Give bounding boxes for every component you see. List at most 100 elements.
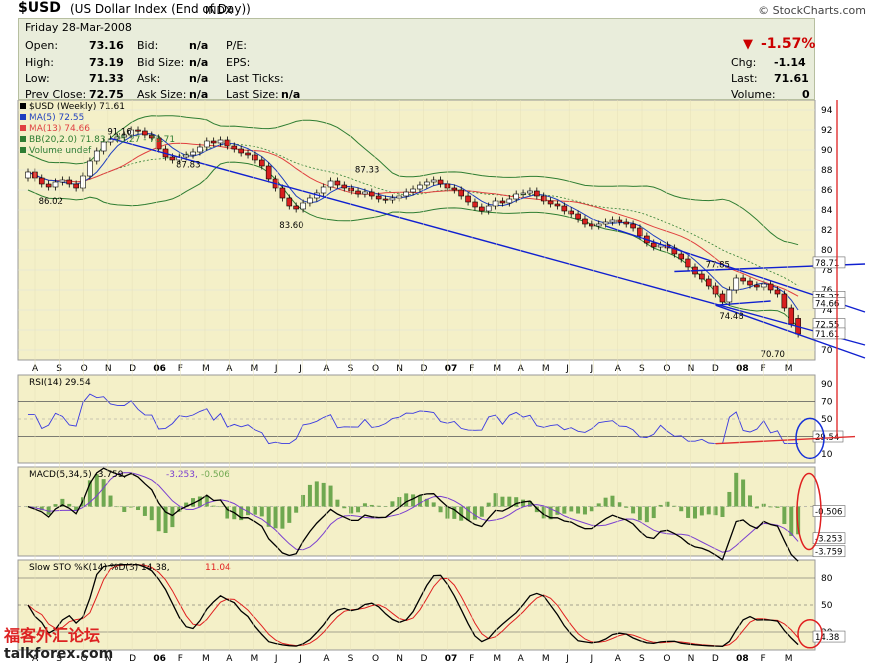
macd-histogram-bar	[404, 493, 409, 507]
macd-histogram-bar	[356, 506, 361, 513]
candle-body	[190, 151, 196, 156]
pe-label: P/E:	[226, 39, 247, 52]
candle-body	[327, 180, 334, 188]
macd-histogram-bar	[438, 506, 443, 513]
macd-histogram-bar	[115, 506, 120, 508]
symbol-title: $USD	[18, 0, 61, 16]
candle-body	[38, 177, 45, 185]
candle-body	[712, 285, 719, 295]
percent-change: -1.57%	[761, 36, 816, 52]
x-tick-label-bottom: D	[129, 654, 136, 664]
price-annotation: 83.60	[279, 221, 303, 231]
candle-body	[513, 193, 520, 200]
last-ticks-label: Last Ticks:	[226, 72, 284, 85]
macd-histogram-bar	[782, 506, 787, 525]
x-tick-label-price: N	[105, 364, 112, 374]
macd-histogram-bar	[170, 506, 175, 528]
candle-body	[547, 200, 554, 205]
chart-header: $USD (US Dollar Index (End of Day)) INDX…	[0, 0, 871, 18]
candle-body	[699, 273, 705, 280]
macd-legend-label: MACD(5,34,5) -3.759,	[29, 470, 126, 480]
candle-body	[279, 187, 286, 199]
macd-histogram-bar	[775, 506, 780, 508]
ask-value: n/a	[189, 72, 209, 85]
price-tick-label: 82	[821, 226, 832, 236]
eps-label: EPS:	[226, 56, 251, 69]
x-tick-label-price: J	[565, 364, 569, 374]
candle-body	[320, 186, 327, 194]
legend-swatch	[20, 147, 26, 153]
candle-body	[252, 154, 258, 161]
macd-histogram-bar	[383, 506, 388, 507]
x-tick-label-bottom: F	[469, 654, 474, 664]
macd-histogram-bar	[218, 506, 223, 508]
macd-histogram-bar	[136, 506, 141, 511]
macd-histogram-bar	[768, 506, 773, 508]
macd-histogram-bar	[335, 499, 340, 507]
candle-body	[485, 205, 492, 212]
macd-right-label: -3.253	[815, 535, 842, 545]
price-tick-label: 80	[821, 246, 833, 256]
macd-histogram-bar	[204, 495, 209, 507]
price-right-label: 74.66	[815, 299, 839, 309]
macd-histogram-bar	[294, 506, 299, 513]
macd-histogram-bar	[349, 506, 354, 514]
candle-body	[705, 278, 712, 287]
macd-histogram-bar	[53, 504, 58, 507]
price-annotation: 87.33	[355, 166, 379, 176]
macd-histogram-bar	[754, 506, 759, 509]
candle-body	[650, 242, 657, 248]
x-tick-label-price: O	[372, 364, 379, 374]
price-right-label: 78.71	[815, 259, 839, 269]
candle-body	[527, 190, 533, 194]
macd-histogram-bar	[658, 504, 663, 507]
macd-histogram-bar	[569, 506, 574, 512]
candle-body	[788, 307, 795, 325]
price-tick-label: 94	[821, 106, 833, 116]
macd-histogram-bar	[699, 506, 704, 516]
macd-histogram-bar	[514, 497, 519, 507]
x-tick-label-price: F	[178, 364, 183, 374]
candle-body	[410, 188, 416, 193]
candle-body	[197, 146, 203, 153]
candle-body	[59, 179, 66, 183]
macd-histogram-bar	[686, 506, 691, 518]
x-tick-label-bottom: M	[493, 654, 501, 664]
macd-histogram-bar	[789, 506, 794, 537]
sto-tick-label: 50	[821, 601, 833, 611]
candle-body	[403, 191, 409, 197]
x-tick-label-price: M	[542, 364, 550, 374]
candle-body	[630, 223, 636, 229]
candle-body	[341, 184, 348, 189]
price-right-label: 71.61	[815, 330, 839, 340]
candle-body	[760, 283, 767, 288]
x-tick-label-price: 07	[445, 364, 458, 374]
price-tick-label: 70	[821, 346, 833, 356]
x-tick-label-price: D	[421, 364, 428, 374]
low-value: 71.33	[89, 72, 124, 85]
candle-body	[25, 171, 31, 179]
macd-histogram-bar	[431, 502, 436, 507]
candle-body	[348, 187, 354, 192]
sto-legend-d: 11.04	[205, 563, 231, 573]
macd-histogram-bar	[562, 506, 567, 514]
rsi-tick-label: 70	[821, 397, 833, 407]
x-tick-label-price: M	[785, 364, 793, 374]
candle-body	[217, 139, 224, 144]
open-label: Open:	[25, 39, 59, 52]
macd-histogram-bar	[369, 504, 374, 507]
open-value: 73.16	[89, 39, 124, 52]
macd-histogram-bar	[720, 506, 725, 517]
candle-body	[767, 283, 774, 291]
macd-histogram-bar	[67, 503, 72, 507]
candle-body	[534, 190, 540, 197]
macd-histogram-bar	[362, 503, 367, 507]
candle-body	[73, 183, 79, 189]
candle-body	[726, 289, 733, 303]
brand-label[interactable]: © StockCharts.com	[758, 4, 866, 17]
price-legend-entry: BB(20,2.0) 71.83 - 75.27 - 78.71	[29, 135, 175, 145]
price-legend-entry: Volume undef	[29, 146, 92, 156]
candle-body	[210, 140, 217, 144]
macd-histogram-bar	[486, 502, 491, 507]
macd-histogram-bar	[445, 506, 450, 519]
